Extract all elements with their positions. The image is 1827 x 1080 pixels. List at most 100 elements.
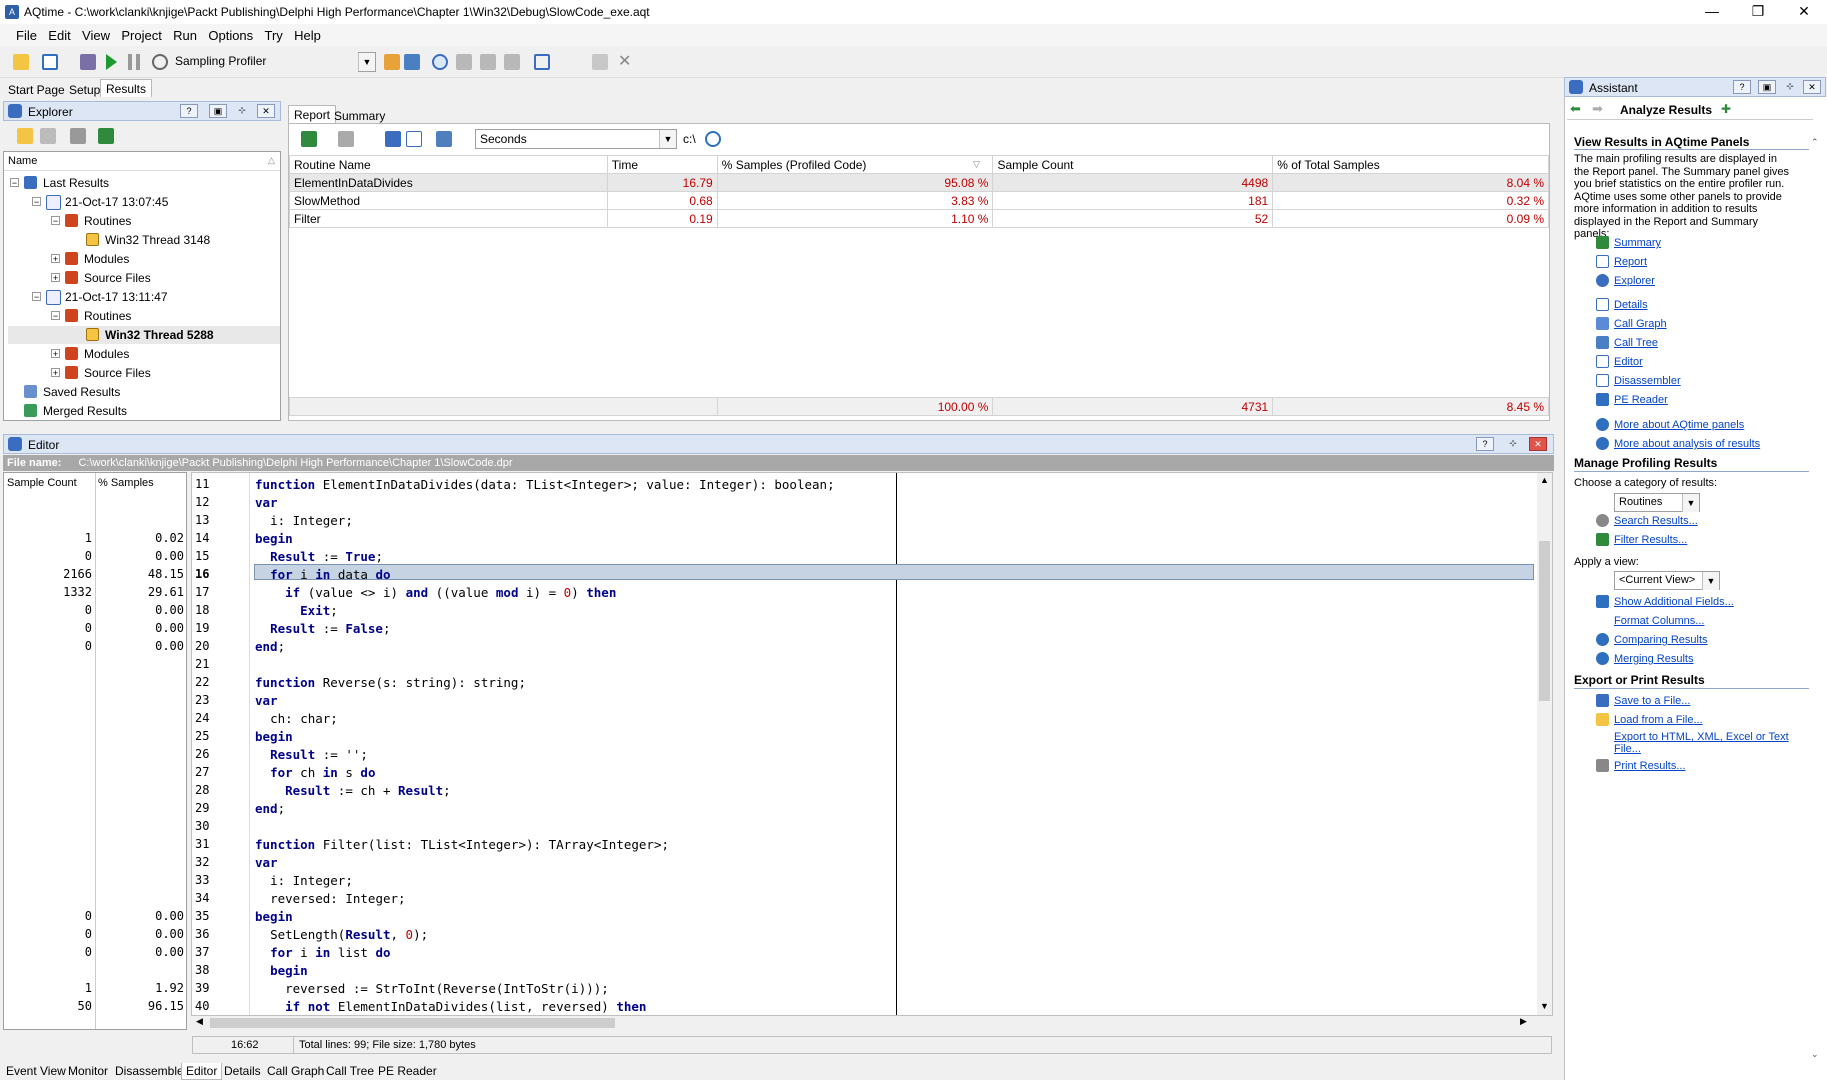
explorer-action-icon[interactable]	[98, 128, 114, 144]
link-comparing-results[interactable]: Comparing Results	[1614, 634, 1708, 646]
link-print-results[interactable]: Print Results...	[1614, 760, 1686, 772]
copy-icon[interactable]	[592, 54, 608, 70]
explorer-close-button[interactable]: ✕	[257, 104, 275, 118]
link-more-panels[interactable]: More about AQtime panels	[1614, 419, 1744, 431]
stop-icon[interactable]	[152, 54, 168, 70]
profiler-select[interactable]: ▼	[358, 52, 376, 72]
table-row[interactable]: Filter 0.19 1.10 % 52 0.09 %	[289, 209, 1549, 228]
path-button[interactable]: c:\	[683, 132, 696, 146]
menu-edit[interactable]: Edit	[44, 24, 74, 43]
options-icon[interactable]	[384, 54, 400, 70]
add-icon[interactable]: ✚	[1721, 102, 1731, 116]
tab-details[interactable]: Details	[220, 1063, 265, 1080]
scroll-left-icon[interactable]: ◀	[196, 1016, 203, 1027]
expand-icon[interactable]: +	[51, 349, 60, 359]
col-routine-name[interactable]: Routine Name	[289, 155, 608, 174]
link-merging-results[interactable]: Merging Results	[1614, 653, 1693, 665]
category-select[interactable]: Routines ▼	[1614, 493, 1700, 512]
menu-project[interactable]: Project	[117, 24, 165, 43]
editor-pin-button[interactable]: ⊹	[1504, 437, 1522, 451]
collapse-icon[interactable]: −	[51, 216, 60, 226]
grid-icon[interactable]	[406, 131, 422, 147]
explorer-float-button[interactable]: ▣	[209, 104, 227, 118]
explorer-copy-icon[interactable]	[40, 128, 56, 144]
link-summary[interactable]: Summary	[1614, 237, 1661, 249]
delete-icon[interactable]: ✕	[618, 54, 634, 70]
assistant-pin-button[interactable]: ⊹	[1781, 80, 1799, 94]
explorer-open-icon[interactable]	[17, 128, 33, 144]
tab-start-page[interactable]: Start Page	[3, 81, 70, 99]
menu-options[interactable]: Options	[204, 24, 257, 43]
tab-event-view[interactable]: Event View	[2, 1063, 70, 1080]
scroll-right-icon[interactable]: ▶	[1520, 1016, 1527, 1027]
link-show-fields[interactable]: Show Additional Fields...	[1614, 596, 1734, 608]
assistant-scroll-up-icon[interactable]: ⌃	[1811, 137, 1819, 148]
assistant-help-button[interactable]: ?	[1733, 80, 1751, 94]
disabled-icon-3[interactable]	[504, 54, 520, 70]
link-call-graph[interactable]: Call Graph	[1614, 318, 1667, 330]
h-scroll-thumb[interactable]	[210, 1018, 615, 1028]
editor-help-button[interactable]: ?	[1476, 437, 1494, 451]
scroll-up-icon[interactable]: ▲	[1540, 475, 1549, 485]
table-row[interactable]: ElementInDataDivides 16.79 95.08 % 4498 …	[289, 173, 1549, 192]
link-explorer[interactable]: Explorer	[1614, 275, 1655, 287]
disabled-icon-2[interactable]	[480, 54, 496, 70]
vertical-scrollbar[interactable]: ▲ ▼	[1537, 473, 1552, 1015]
explorer-delete-icon[interactable]	[70, 128, 86, 144]
collapse-icon[interactable]: −	[10, 178, 19, 188]
minimize-button[interactable]: —	[1689, 0, 1735, 24]
code-editor[interactable]: 11 function ElementInDataDivides(data: TL…	[191, 472, 1553, 1016]
menu-help[interactable]: Help	[290, 24, 325, 43]
link-load-from-file[interactable]: Load from a File...	[1614, 714, 1703, 726]
editor-close-button[interactable]: ✕	[1529, 437, 1547, 451]
window-icon[interactable]	[42, 54, 58, 70]
scroll-thumb[interactable]	[1539, 541, 1550, 701]
save-icon[interactable]	[80, 54, 96, 70]
tab-disassembler[interactable]: Disassembler	[111, 1063, 192, 1080]
explorer-pin-button[interactable]: ⊹	[233, 104, 251, 118]
expand-icon[interactable]: +	[51, 368, 60, 378]
col-time[interactable]: Time	[606, 155, 718, 174]
report-back-icon[interactable]	[301, 131, 317, 147]
link-report[interactable]: Report	[1614, 256, 1647, 268]
link-format-columns[interactable]: Format Columns...	[1614, 615, 1704, 627]
assistant-close-button[interactable]: ✕	[1803, 80, 1821, 94]
collapse-icon[interactable]: −	[51, 311, 60, 321]
configure-icon[interactable]	[404, 54, 420, 70]
report-icon-3[interactable]	[385, 131, 401, 147]
forward-arrow-icon[interactable]: ➡	[1592, 101, 1603, 117]
tab-editor[interactable]: Editor	[181, 1063, 223, 1080]
tab-call-tree[interactable]: Call Tree	[322, 1063, 378, 1080]
tree-thread-5288[interactable]: Win32 Thread 5288	[8, 326, 280, 344]
scroll-down-icon[interactable]: ▼	[1540, 1001, 1549, 1011]
filter-icon[interactable]	[436, 131, 452, 147]
expand-icon[interactable]: +	[51, 273, 60, 283]
link-disassembler[interactable]: Disassembler	[1614, 375, 1681, 387]
table-row[interactable]: SlowMethod 0.68 3.83 % 181 0.32 %	[289, 191, 1549, 210]
close-window-button[interactable]: ✕	[1781, 0, 1827, 24]
back-arrow-icon[interactable]: ⬅	[1570, 101, 1581, 117]
menu-run[interactable]: Run	[169, 24, 201, 43]
run-icon[interactable]	[106, 54, 117, 70]
tab-call-graph[interactable]: Call Graph	[263, 1063, 328, 1080]
horizontal-scrollbar[interactable]: ◀ ▶	[192, 1016, 1552, 1030]
tab-pe-reader[interactable]: PE Reader	[374, 1063, 441, 1080]
link-more-analysis[interactable]: More about analysis of results	[1614, 438, 1760, 450]
expand-icon[interactable]: +	[51, 254, 60, 264]
layout-icon[interactable]	[534, 54, 550, 70]
col-pct-samples[interactable]: % Samples (Profiled Code)	[716, 155, 994, 174]
open-project-icon[interactable]	[13, 54, 29, 70]
pause-icon[interactable]	[128, 54, 140, 70]
collapse-icon[interactable]: −	[32, 292, 41, 302]
collapse-icon[interactable]: −	[32, 197, 41, 207]
help-icon[interactable]	[705, 131, 721, 147]
link-details[interactable]: Details	[1614, 299, 1648, 311]
link-pe-reader[interactable]: PE Reader	[1614, 394, 1668, 406]
assistant-scroll-down-icon[interactable]: ⌄	[1811, 1049, 1819, 1060]
maximize-button[interactable]: ❐	[1735, 0, 1781, 24]
assistant-float-button[interactable]: ▣	[1758, 80, 1776, 94]
menu-view[interactable]: View	[78, 24, 114, 43]
link-search-results[interactable]: Search Results...	[1614, 515, 1698, 527]
explorer-help-button[interactable]: ?	[180, 104, 198, 118]
tab-results[interactable]: Results	[100, 79, 153, 97]
